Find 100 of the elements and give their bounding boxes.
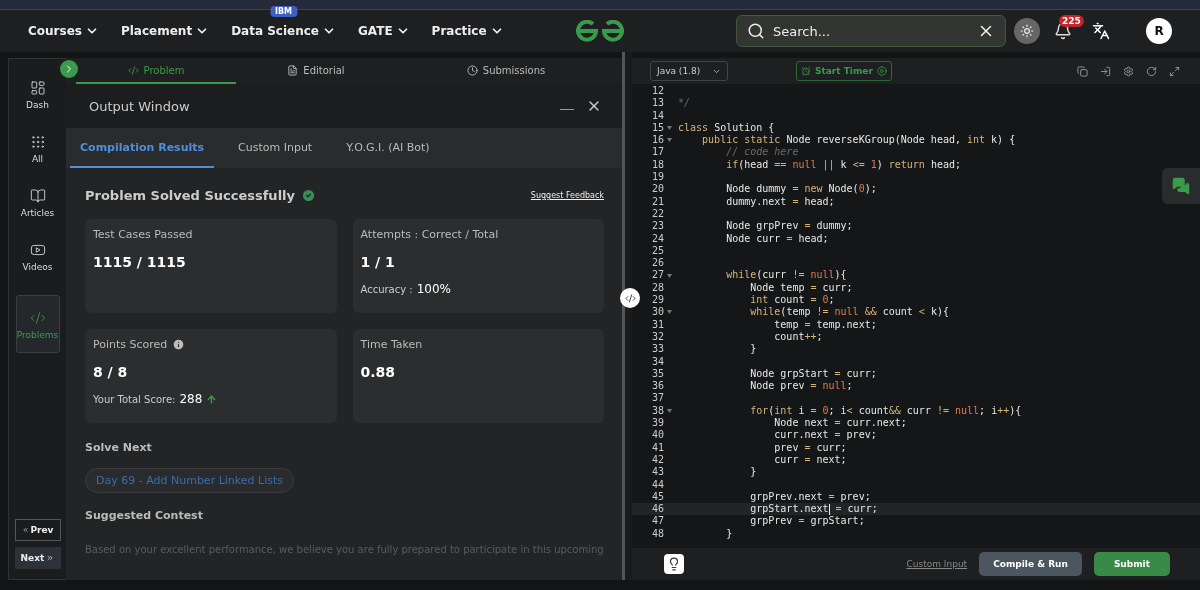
settings-icon[interactable] xyxy=(1123,65,1134,77)
chat-button[interactable] xyxy=(1162,168,1200,204)
notification-count: 225 xyxy=(1059,15,1084,27)
line-number: 41 xyxy=(650,441,664,454)
line-number: 26 xyxy=(650,257,664,270)
feedback-link[interactable]: Suggest Feedback xyxy=(530,191,604,200)
submit-button[interactable]: Submit xyxy=(1093,552,1170,576)
sidebar-item[interactable]: Articles xyxy=(15,187,60,219)
stat-value: 1115 / 1115 xyxy=(93,254,187,270)
line-number: 31 xyxy=(650,318,664,331)
line-number: 12 xyxy=(650,85,664,98)
logo-icon[interactable] xyxy=(575,20,625,42)
next-button[interactable]: Next xyxy=(14,547,61,569)
line-number: 32 xyxy=(650,330,664,344)
sidebar-item[interactable]: All xyxy=(15,133,60,165)
translate-icon[interactable] xyxy=(1092,22,1110,40)
sidebar-item[interactable]: Videos xyxy=(15,241,60,273)
code-line: grpPrev = grpStart; xyxy=(749,515,865,527)
line-number: 18 xyxy=(650,158,664,172)
fold-icon[interactable] xyxy=(667,126,672,131)
custom-input-link[interactable]: Custom Input xyxy=(906,559,968,569)
line-number: 45 xyxy=(650,490,664,504)
problem-tab[interactable]: Submissions xyxy=(396,58,616,84)
language-select[interactable]: Java (1.8) xyxy=(650,61,728,81)
reset-icon[interactable] xyxy=(1146,65,1157,77)
section-heading: Suggested Contest xyxy=(85,509,204,522)
notification-bell-icon[interactable] xyxy=(1054,22,1072,40)
info-icon[interactable] xyxy=(172,338,186,351)
code-line: prev = curr; xyxy=(773,441,847,453)
sun-icon xyxy=(1020,24,1034,38)
play-icon xyxy=(876,66,887,76)
nav-menu[interactable]: GATE xyxy=(358,24,410,38)
fold-icon[interactable] xyxy=(667,310,672,315)
prev-button[interactable]: Prev xyxy=(14,519,61,541)
code-line: grpStart.next = curr; xyxy=(749,503,878,515)
timer-button[interactable]: Start Timer xyxy=(796,61,892,81)
code-line: grpPrev.next = prev; xyxy=(749,490,871,502)
hint-button[interactable] xyxy=(664,554,684,574)
code-line: public static Node reverseKGroup(Node head, int k) { xyxy=(701,134,1016,146)
dashboard-icon xyxy=(29,80,46,96)
line-number: 40 xyxy=(650,429,664,442)
output-tab[interactable]: Compilation Results xyxy=(70,128,215,168)
compile-button[interactable]: Compile & Run xyxy=(979,552,1082,576)
line-number: 30 xyxy=(650,306,664,319)
document-icon xyxy=(287,64,299,76)
stat-label: Your Total Score: xyxy=(93,393,176,405)
import-icon[interactable] xyxy=(1100,65,1111,77)
user-avatar[interactable]: R xyxy=(1146,18,1172,44)
code-line: } xyxy=(725,527,733,539)
fullscreen-icon[interactable] xyxy=(1169,65,1180,77)
lightbulb-icon xyxy=(667,557,681,571)
nav-menu[interactable]: Practice xyxy=(431,24,504,38)
output-tab[interactable]: Custom Input xyxy=(228,128,323,168)
code-line: curr = next; xyxy=(773,453,847,465)
sidebar-item[interactable]: Dash xyxy=(15,79,60,111)
fold-icon[interactable] xyxy=(667,138,672,143)
line-number: 22 xyxy=(650,207,664,221)
stat-label: Test Cases Passed xyxy=(93,228,193,241)
code-line: Node dummy = new Node(0); xyxy=(725,183,877,195)
stat-value: 1 / 1 xyxy=(360,254,396,270)
nav-menu[interactable]: Courses xyxy=(28,24,99,38)
line-number: 19 xyxy=(650,171,664,184)
double-chevron-right-icon xyxy=(46,553,55,563)
line-number: 46 xyxy=(650,503,664,516)
chat-icon xyxy=(1172,177,1190,195)
code-editor[interactable] xyxy=(632,84,1200,548)
line-number: 44 xyxy=(650,478,664,491)
copy-icon[interactable] xyxy=(1077,65,1088,77)
code-line: Node grpStart = curr; xyxy=(749,367,877,379)
book-icon xyxy=(29,188,46,204)
output-tab[interactable]: Y.O.G.I. (AI Bot) xyxy=(336,128,440,168)
stat-label: Accuracy : xyxy=(360,283,413,295)
status-message: Problem Solved Successfully xyxy=(85,188,295,203)
line-number: 37 xyxy=(650,392,664,405)
sidebar-item[interactable]: Problems xyxy=(15,295,60,353)
clock-icon xyxy=(466,64,478,76)
fold-icon[interactable] xyxy=(667,273,672,278)
minimize-icon[interactable] xyxy=(560,108,574,110)
line-number: 39 xyxy=(650,417,664,430)
code-line: if(head == null || k <= 1) return head; xyxy=(725,158,961,170)
fold-icon[interactable] xyxy=(667,408,672,413)
code-line: while(temp != null && count < k){ xyxy=(749,306,949,318)
theme-toggle[interactable] xyxy=(1014,18,1040,44)
code-line: // code here xyxy=(725,146,799,158)
line-number: 42 xyxy=(650,453,664,467)
line-number: 34 xyxy=(650,355,664,368)
nav-menu[interactable]: Placement xyxy=(120,24,210,38)
code-icon xyxy=(624,292,636,304)
stat-value: 288 xyxy=(179,392,203,406)
code-line: temp = temp.next; xyxy=(773,318,877,330)
code-line: for(int i = 0; i< count&& curr != null; i++){ xyxy=(749,404,1022,416)
panel-title: Output Window xyxy=(89,98,190,114)
code-line: Node prev = null; xyxy=(749,380,853,392)
search-field[interactable]: Search... xyxy=(736,15,1006,47)
line-number: 47 xyxy=(650,515,664,528)
line-number: 27 xyxy=(650,269,664,282)
code-line: while(curr != null){ xyxy=(725,269,847,281)
line-number: 15 xyxy=(650,121,664,135)
line-number: 35 xyxy=(650,367,664,381)
problem-tab[interactable]: Editorial xyxy=(236,58,396,84)
